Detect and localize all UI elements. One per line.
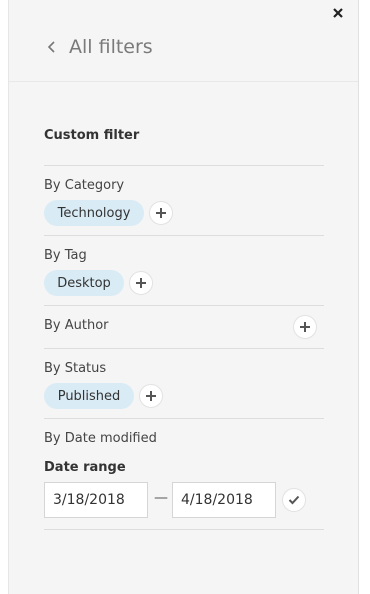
tag-chip[interactable]: Desktop	[44, 270, 124, 296]
divider	[44, 235, 324, 236]
add-category-button[interactable]	[149, 201, 173, 225]
plus-icon	[136, 278, 146, 288]
close-button[interactable]	[327, 2, 349, 24]
outer-margin	[360, 0, 370, 594]
author-label: By Author	[44, 318, 109, 333]
divider	[44, 348, 324, 349]
chevron-left-icon	[47, 38, 57, 56]
divider	[44, 529, 324, 530]
divider	[44, 418, 324, 419]
check-icon	[288, 495, 300, 505]
apply-date-button[interactable]	[282, 488, 306, 512]
panel-header: All filters	[9, 0, 358, 82]
close-icon	[333, 8, 343, 18]
add-author-button[interactable]	[293, 315, 317, 339]
plus-icon	[146, 391, 156, 401]
status-chip[interactable]: Published	[44, 383, 134, 409]
custom-filter-title: Custom filter	[44, 128, 140, 143]
status-label: By Status	[44, 361, 107, 376]
add-status-button[interactable]	[139, 384, 163, 408]
filter-panel: All filters Custom filter By Category Te…	[8, 0, 359, 594]
plus-icon	[300, 322, 310, 332]
category-label: By Category	[44, 178, 125, 193]
date-from-input[interactable]	[44, 482, 148, 518]
back-to-all-filters-link[interactable]: All filters	[47, 36, 153, 58]
date-range-title: Date range	[44, 460, 126, 475]
plus-icon	[156, 208, 166, 218]
tag-label: By Tag	[44, 248, 87, 263]
divider	[44, 165, 324, 166]
date-to-input[interactable]	[172, 482, 276, 518]
back-link-label: All filters	[69, 36, 153, 58]
category-chip[interactable]: Technology	[44, 200, 144, 226]
date-range-separator: —	[154, 490, 168, 506]
date-modified-label: By Date modified	[44, 431, 157, 446]
divider	[44, 305, 324, 306]
add-tag-button[interactable]	[129, 271, 153, 295]
